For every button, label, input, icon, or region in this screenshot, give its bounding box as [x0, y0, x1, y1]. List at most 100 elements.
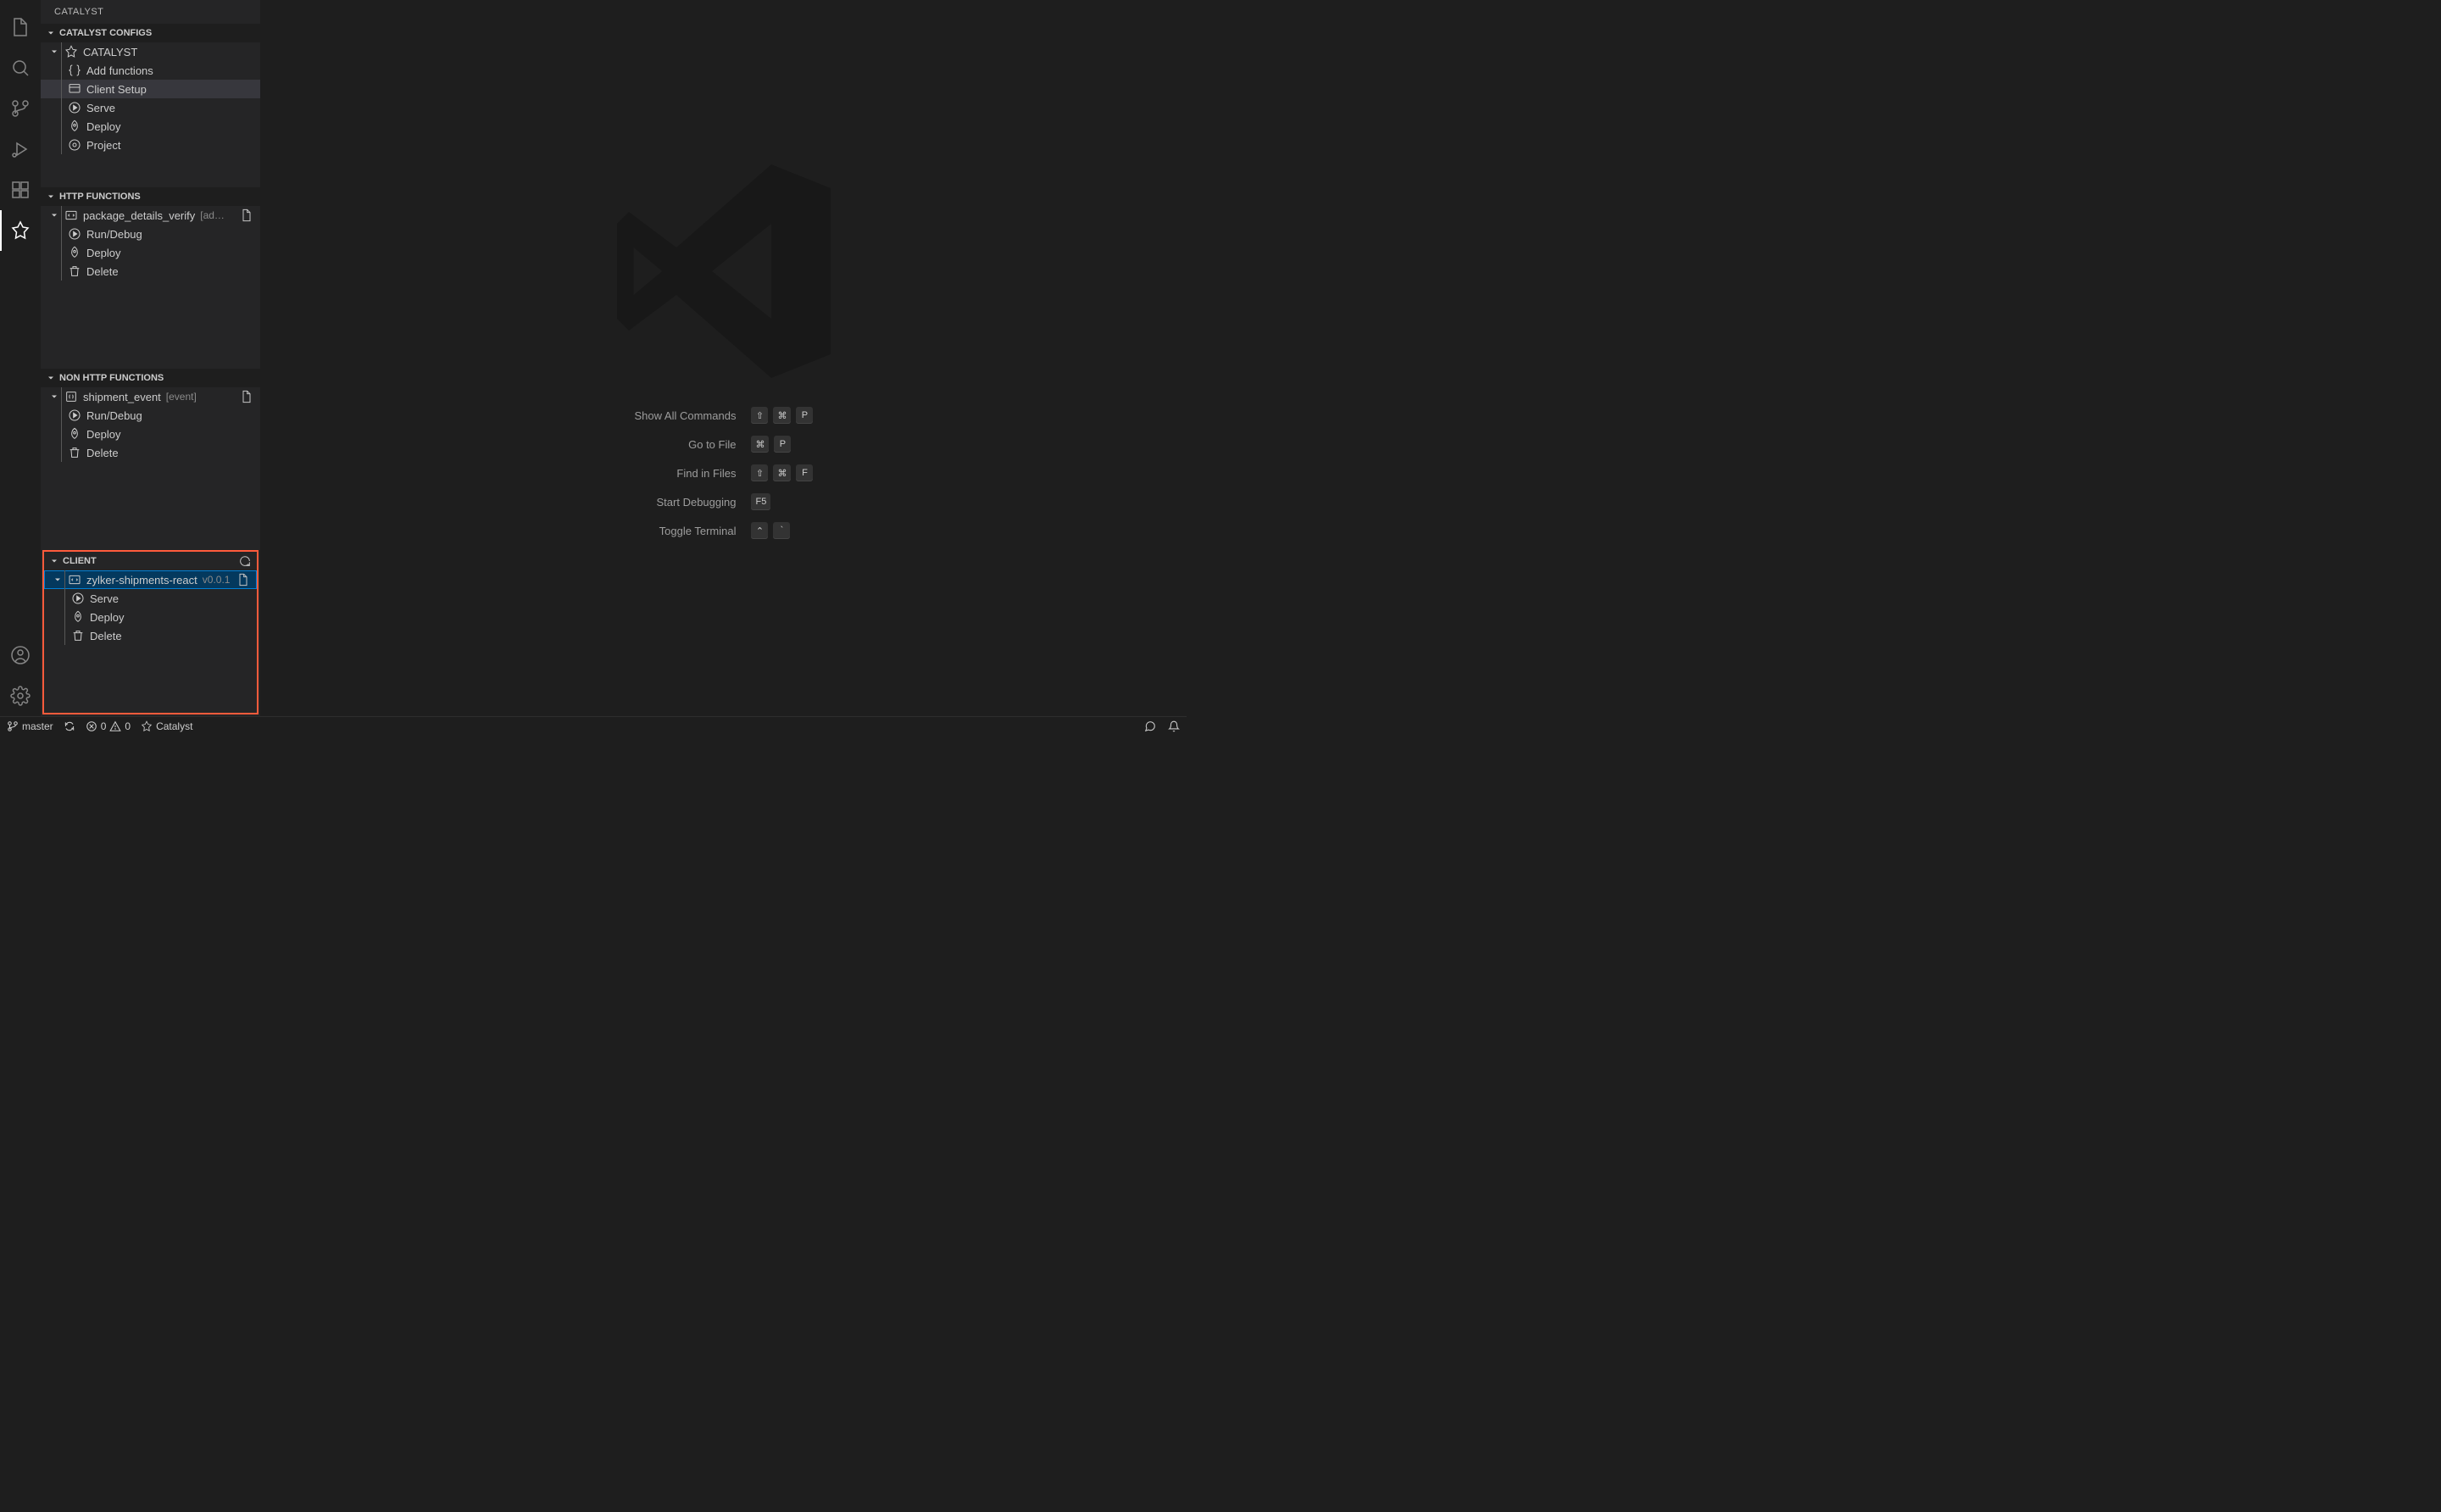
- section-label: CATALYST CONFIGS: [59, 28, 152, 38]
- key-f5: F5: [751, 493, 770, 510]
- key-cmd: ⌘: [773, 407, 791, 424]
- tree-root-tag: v0.0.1: [203, 574, 231, 586]
- refresh-icon[interactable]: [238, 554, 252, 568]
- item-label: Project: [86, 139, 120, 152]
- key-cmd: ⌘: [773, 464, 791, 481]
- sidebar-item-http-rundebug[interactable]: Run/Debug: [41, 225, 260, 243]
- section-header-nonhttp[interactable]: NON HTTP FUNCTIONS: [41, 369, 260, 387]
- sidebar-item-serve[interactable]: Serve: [41, 98, 260, 117]
- new-file-icon[interactable]: [240, 390, 260, 403]
- key-p: P: [774, 436, 791, 453]
- tree-root-catalyst[interactable]: CATALYST: [41, 42, 260, 61]
- chevron-down-icon: [49, 556, 59, 566]
- catalyst-root-icon: [64, 45, 78, 58]
- new-file-icon[interactable]: [240, 208, 260, 222]
- sidebar: CATALYST CATALYST CONFIGS CATALYST Add f…: [41, 0, 261, 716]
- workspace-name: Catalyst: [156, 720, 192, 732]
- braces-icon: [68, 64, 81, 77]
- key-p: P: [796, 407, 813, 424]
- sidebar-item-http-deploy[interactable]: Deploy: [41, 243, 260, 262]
- sidebar-item-add-functions[interactable]: Add functions: [41, 61, 260, 80]
- item-label: Client Setup: [86, 83, 147, 96]
- sidebar-item-client-serve[interactable]: Serve: [44, 589, 257, 608]
- item-label: Deploy: [90, 611, 124, 624]
- section-header-client[interactable]: CLIENT: [44, 552, 257, 570]
- item-label: Delete: [90, 630, 122, 642]
- sidebar-item-nonhttp-deploy[interactable]: Deploy: [41, 425, 260, 443]
- status-bar: master 0 0 Catalyst: [0, 716, 1187, 735]
- item-label: Add functions: [86, 64, 153, 77]
- trash-icon: [68, 446, 81, 459]
- action-goto-file-label: Go to File: [635, 438, 737, 451]
- sidebar-item-client-delete[interactable]: Delete: [44, 626, 257, 645]
- sidebar-item-project[interactable]: Project: [41, 136, 260, 154]
- status-branch[interactable]: master: [7, 720, 53, 732]
- branch-name: master: [22, 720, 53, 732]
- status-feedback[interactable]: [1144, 720, 1156, 732]
- action-show-commands-keys: ⇧ ⌘ P: [751, 407, 813, 424]
- chevron-down-icon: [49, 47, 59, 57]
- key-shift: ⇧: [751, 464, 768, 481]
- action-start-debug-keys: F5: [751, 493, 813, 510]
- tree-root-label: zylker-shipments-react: [86, 574, 197, 586]
- action-start-debug-label: Start Debugging: [635, 496, 737, 509]
- item-label: Delete: [86, 447, 119, 459]
- client-icon: [68, 82, 81, 96]
- explorer-icon[interactable]: [0, 7, 41, 47]
- sidebar-item-deploy[interactable]: Deploy: [41, 117, 260, 136]
- settings-gear-icon[interactable]: [0, 675, 41, 716]
- tree-root-http[interactable]: package_details_verify [ad…: [41, 206, 260, 225]
- status-workspace[interactable]: Catalyst: [141, 720, 192, 732]
- activity-bar: [0, 0, 41, 716]
- accounts-icon[interactable]: [0, 635, 41, 675]
- tree-root-label: shipment_event: [83, 391, 161, 403]
- sidebar-item-client-setup[interactable]: Client Setup: [41, 80, 260, 98]
- action-find-files-label: Find in Files: [635, 467, 737, 480]
- status-notifications[interactable]: [1168, 720, 1180, 732]
- tree-root-client[interactable]: zylker-shipments-react v0.0.1: [44, 570, 257, 589]
- item-label: Delete: [86, 265, 119, 278]
- sidebar-item-http-delete[interactable]: Delete: [41, 262, 260, 281]
- section-label: NON HTTP FUNCTIONS: [59, 373, 164, 383]
- item-label: Serve: [86, 102, 115, 114]
- chevron-down-icon: [49, 392, 59, 402]
- tree-root-nonhttp[interactable]: shipment_event [event]: [41, 387, 260, 406]
- welcome-actions: Show All Commands ⇧ ⌘ P Go to File ⌘ P F…: [635, 407, 814, 539]
- item-label: Run/Debug: [86, 409, 142, 422]
- extensions-icon[interactable]: [0, 170, 41, 210]
- status-problems[interactable]: 0 0: [86, 720, 131, 732]
- editor-area: Show All Commands ⇧ ⌘ P Go to File ⌘ P F…: [261, 0, 1187, 716]
- play-icon: [71, 592, 85, 605]
- trash-icon: [68, 264, 81, 278]
- sidebar-title: CATALYST: [41, 0, 260, 24]
- run-debug-icon[interactable]: [0, 129, 41, 170]
- trash-icon: [71, 629, 85, 642]
- sidebar-item-client-deploy[interactable]: Deploy: [44, 608, 257, 626]
- new-file-icon[interactable]: [236, 573, 257, 586]
- key-f: F: [796, 464, 813, 481]
- item-label: Deploy: [86, 428, 120, 441]
- item-label: Run/Debug: [86, 228, 142, 241]
- sidebar-item-nonhttp-delete[interactable]: Delete: [41, 443, 260, 462]
- chevron-down-icon: [53, 575, 63, 585]
- section-header-http[interactable]: HTTP FUNCTIONS: [41, 187, 260, 206]
- rocket-icon: [68, 427, 81, 441]
- action-toggle-terminal-label: Toggle Terminal: [635, 525, 737, 537]
- chevron-down-icon: [49, 210, 59, 220]
- section-label: HTTP FUNCTIONS: [59, 192, 141, 202]
- section-header-configs[interactable]: CATALYST CONFIGS: [41, 24, 260, 42]
- item-label: Deploy: [86, 120, 120, 133]
- search-icon[interactable]: [0, 47, 41, 88]
- chevron-down-icon: [46, 28, 56, 38]
- action-toggle-terminal-keys: ⌃ `: [751, 522, 813, 539]
- error-count: 0: [101, 720, 107, 732]
- status-sync[interactable]: [64, 720, 75, 732]
- source-control-icon[interactable]: [0, 88, 41, 129]
- tree-root-label: package_details_verify: [83, 209, 195, 222]
- action-goto-file-keys: ⌘ P: [751, 436, 813, 453]
- sidebar-item-nonhttp-rundebug[interactable]: Run/Debug: [41, 406, 260, 425]
- catalyst-icon[interactable]: [0, 210, 41, 251]
- rocket-icon: [68, 246, 81, 259]
- item-label: Deploy: [86, 247, 120, 259]
- rocket-icon: [68, 120, 81, 133]
